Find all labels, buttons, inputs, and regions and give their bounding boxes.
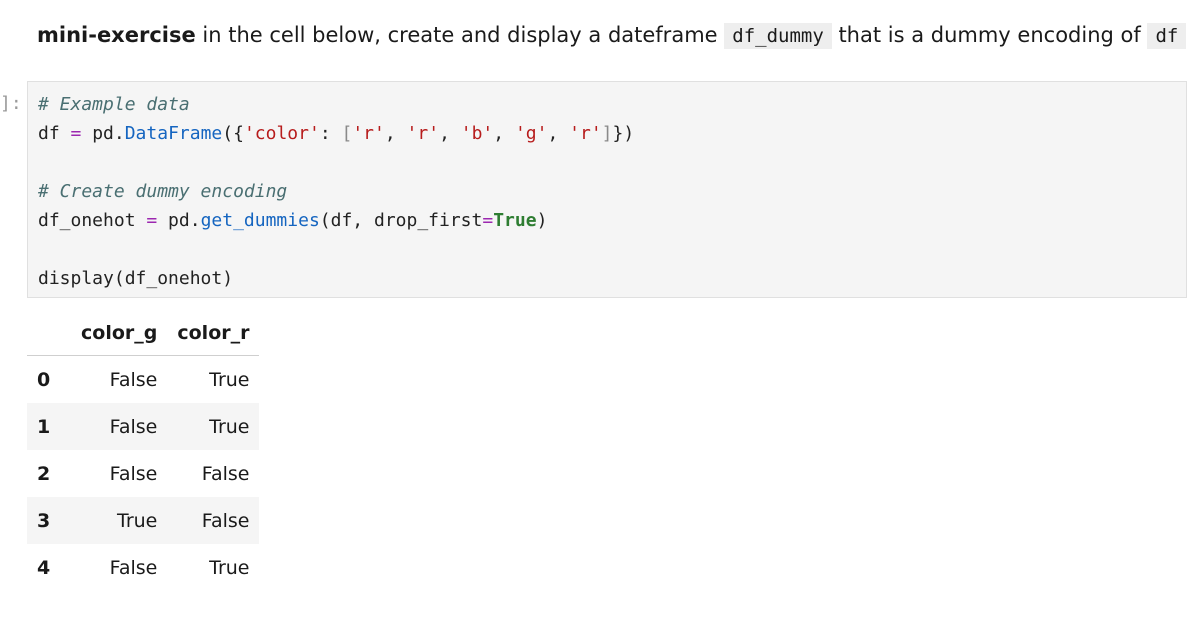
code-token: pd. xyxy=(157,210,201,231)
code-line-4: # Create dummy encoding xyxy=(38,177,287,206)
code-bracket: [ xyxy=(341,123,353,144)
table-cell: True xyxy=(209,368,250,391)
code-string: 'color' xyxy=(243,123,320,144)
code-bracket: ] xyxy=(601,123,613,144)
exercise-label: mini-exercise xyxy=(37,23,196,47)
code-line-1: # Example data xyxy=(38,90,190,119)
table-cell: False xyxy=(109,462,158,485)
execution-prompt: ]: xyxy=(0,93,22,114)
code-line-7: display(df_onehot) xyxy=(38,264,233,293)
row-index: 2 xyxy=(37,462,51,485)
code-attribute: DataFrame xyxy=(124,123,223,144)
table-cell: False xyxy=(201,462,250,485)
markdown-text: in the cell below, create and display a … xyxy=(195,23,725,47)
table-cell: False xyxy=(201,509,250,532)
table-cell: True xyxy=(209,415,250,438)
table-row: 2 False False xyxy=(27,450,259,497)
code-string: 'b' xyxy=(460,123,494,144)
code-token: (df, drop_first xyxy=(319,210,483,231)
code-keyword: True xyxy=(493,210,537,231)
code-string: 'r' xyxy=(352,123,385,144)
row-index: 4 xyxy=(37,556,51,579)
column-header-color-r: color_r xyxy=(167,310,260,356)
code-token: ) xyxy=(536,210,548,231)
row-index: 1 xyxy=(37,415,51,438)
code-string: 'g' xyxy=(514,123,548,144)
code-token: pd. xyxy=(81,123,125,144)
code-token: , xyxy=(384,123,407,144)
code-token: ({ xyxy=(222,123,244,144)
code-string: 'r' xyxy=(406,123,440,144)
code-operator: = xyxy=(146,210,158,231)
table-header-row: color_g color_r xyxy=(27,310,260,356)
code-attribute: get_dummies xyxy=(200,210,320,231)
code-comment: # Create dummy encoding xyxy=(38,181,288,202)
code-token: display(df_onehot) xyxy=(38,268,234,289)
code-operator: = xyxy=(70,123,82,144)
table-row: 4 False True xyxy=(27,544,259,591)
code-line-5: df_onehot = pd.get_dummies(df, drop_firs… xyxy=(38,206,547,235)
index-header xyxy=(27,310,71,356)
code-token: , xyxy=(439,123,461,144)
table-cell: True xyxy=(209,556,250,579)
code-string: 'r' xyxy=(569,123,602,144)
code-comment: # Example data xyxy=(38,94,190,115)
markdown-cell: mini-exercise in the cell below, create … xyxy=(37,18,1188,53)
table-row: 1 False True xyxy=(27,403,260,450)
row-index: 3 xyxy=(37,509,51,532)
column-header-color-g: color_g xyxy=(71,310,168,356)
code-cell-editor[interactable]: # Example data df = pd.DataFrame({'color… xyxy=(27,81,1187,298)
table-cell: True xyxy=(117,509,158,532)
inline-code-df-dummy: df_dummy xyxy=(724,23,832,49)
table-cell: False xyxy=(109,415,158,438)
code-token: : xyxy=(319,123,342,144)
output-dataframe: color_g color_r 0 False True 1 False Tru… xyxy=(27,310,260,591)
table-cell: False xyxy=(109,368,158,391)
table-cell: False xyxy=(109,556,158,579)
markdown-text: that is a dummy encoding of xyxy=(831,23,1148,47)
code-token: , xyxy=(547,123,570,144)
code-operator: = xyxy=(482,210,494,231)
code-token: , xyxy=(493,123,515,144)
inline-code-df: df xyxy=(1147,23,1187,49)
table-row: 3 True False xyxy=(27,497,260,544)
row-index: 0 xyxy=(37,368,51,391)
code-line-2: df = pd.DataFrame({'color': ['r', 'r', '… xyxy=(38,119,634,148)
code-token: }) xyxy=(612,123,635,144)
code-token: df xyxy=(38,123,71,144)
table-row: 0 False True xyxy=(27,356,259,404)
code-token: df_onehot xyxy=(38,210,147,231)
